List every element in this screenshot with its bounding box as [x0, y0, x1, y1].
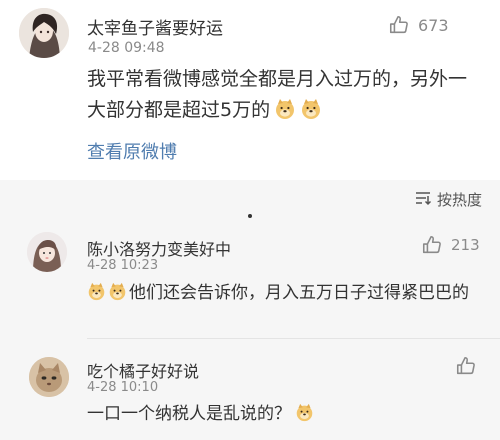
username[interactable]: 陈小洛努力变美好中	[87, 236, 231, 260]
comment-text: 我平常看微博感觉全都是月入过万的，另外一大部分都是超过5万的	[87, 64, 477, 126]
doge-emoji	[300, 98, 322, 120]
timestamp: 4-28 10:10	[87, 380, 159, 395]
doge-emoji	[87, 282, 106, 301]
sort-button[interactable]: 按热度	[414, 189, 482, 210]
reply-text: 他们还会告诉你，月入五万日子过得紧巴巴的	[87, 280, 477, 307]
divider	[87, 338, 500, 339]
username[interactable]: 太宰鱼子酱要好运	[87, 14, 223, 39]
doge-emoji	[108, 282, 127, 301]
sort-icon	[414, 190, 432, 210]
doge-emoji	[295, 403, 314, 422]
thumbs-up-icon	[388, 14, 410, 36]
doge-emoji	[274, 98, 296, 120]
reply-text-content: 一口一个纳税人是乱说的？	[87, 404, 291, 424]
timestamp: 4-28 10:23	[87, 258, 159, 273]
avatar[interactable]	[27, 232, 67, 272]
thumbs-up-icon	[455, 355, 477, 377]
timestamp: 4-28 09:48	[88, 40, 165, 56]
like-count: 213	[451, 236, 480, 254]
reply-text-content: 他们还会告诉你，月入五万日子过得紧巴巴的	[129, 283, 469, 303]
like-button[interactable]: 213	[421, 234, 480, 256]
avatar[interactable]	[19, 8, 69, 58]
username[interactable]: 吃个橘子好好说	[87, 358, 199, 382]
view-original-link[interactable]: 查看原微博	[87, 138, 177, 164]
thumbs-up-icon	[421, 234, 443, 256]
scroll-indicator-dot	[248, 214, 252, 218]
avatar[interactable]	[29, 357, 69, 397]
like-button[interactable]	[455, 355, 477, 377]
replies-section: 按热度 陈小洛努力变美好中 4-28 10:23 213 他们还会告诉你，月入五…	[0, 180, 500, 440]
main-comment: 太宰鱼子酱要好运 4-28 09:48 673 我平常看微博感觉全都是月入过万的…	[0, 0, 500, 180]
sort-label: 按热度	[436, 191, 482, 209]
comment-page: 太宰鱼子酱要好运 4-28 09:48 673 我平常看微博感觉全都是月入过万的…	[0, 0, 500, 440]
reply-text: 一口一个纳税人是乱说的？	[87, 401, 477, 428]
like-button[interactable]: 673	[388, 14, 449, 36]
like-count: 673	[418, 15, 449, 35]
